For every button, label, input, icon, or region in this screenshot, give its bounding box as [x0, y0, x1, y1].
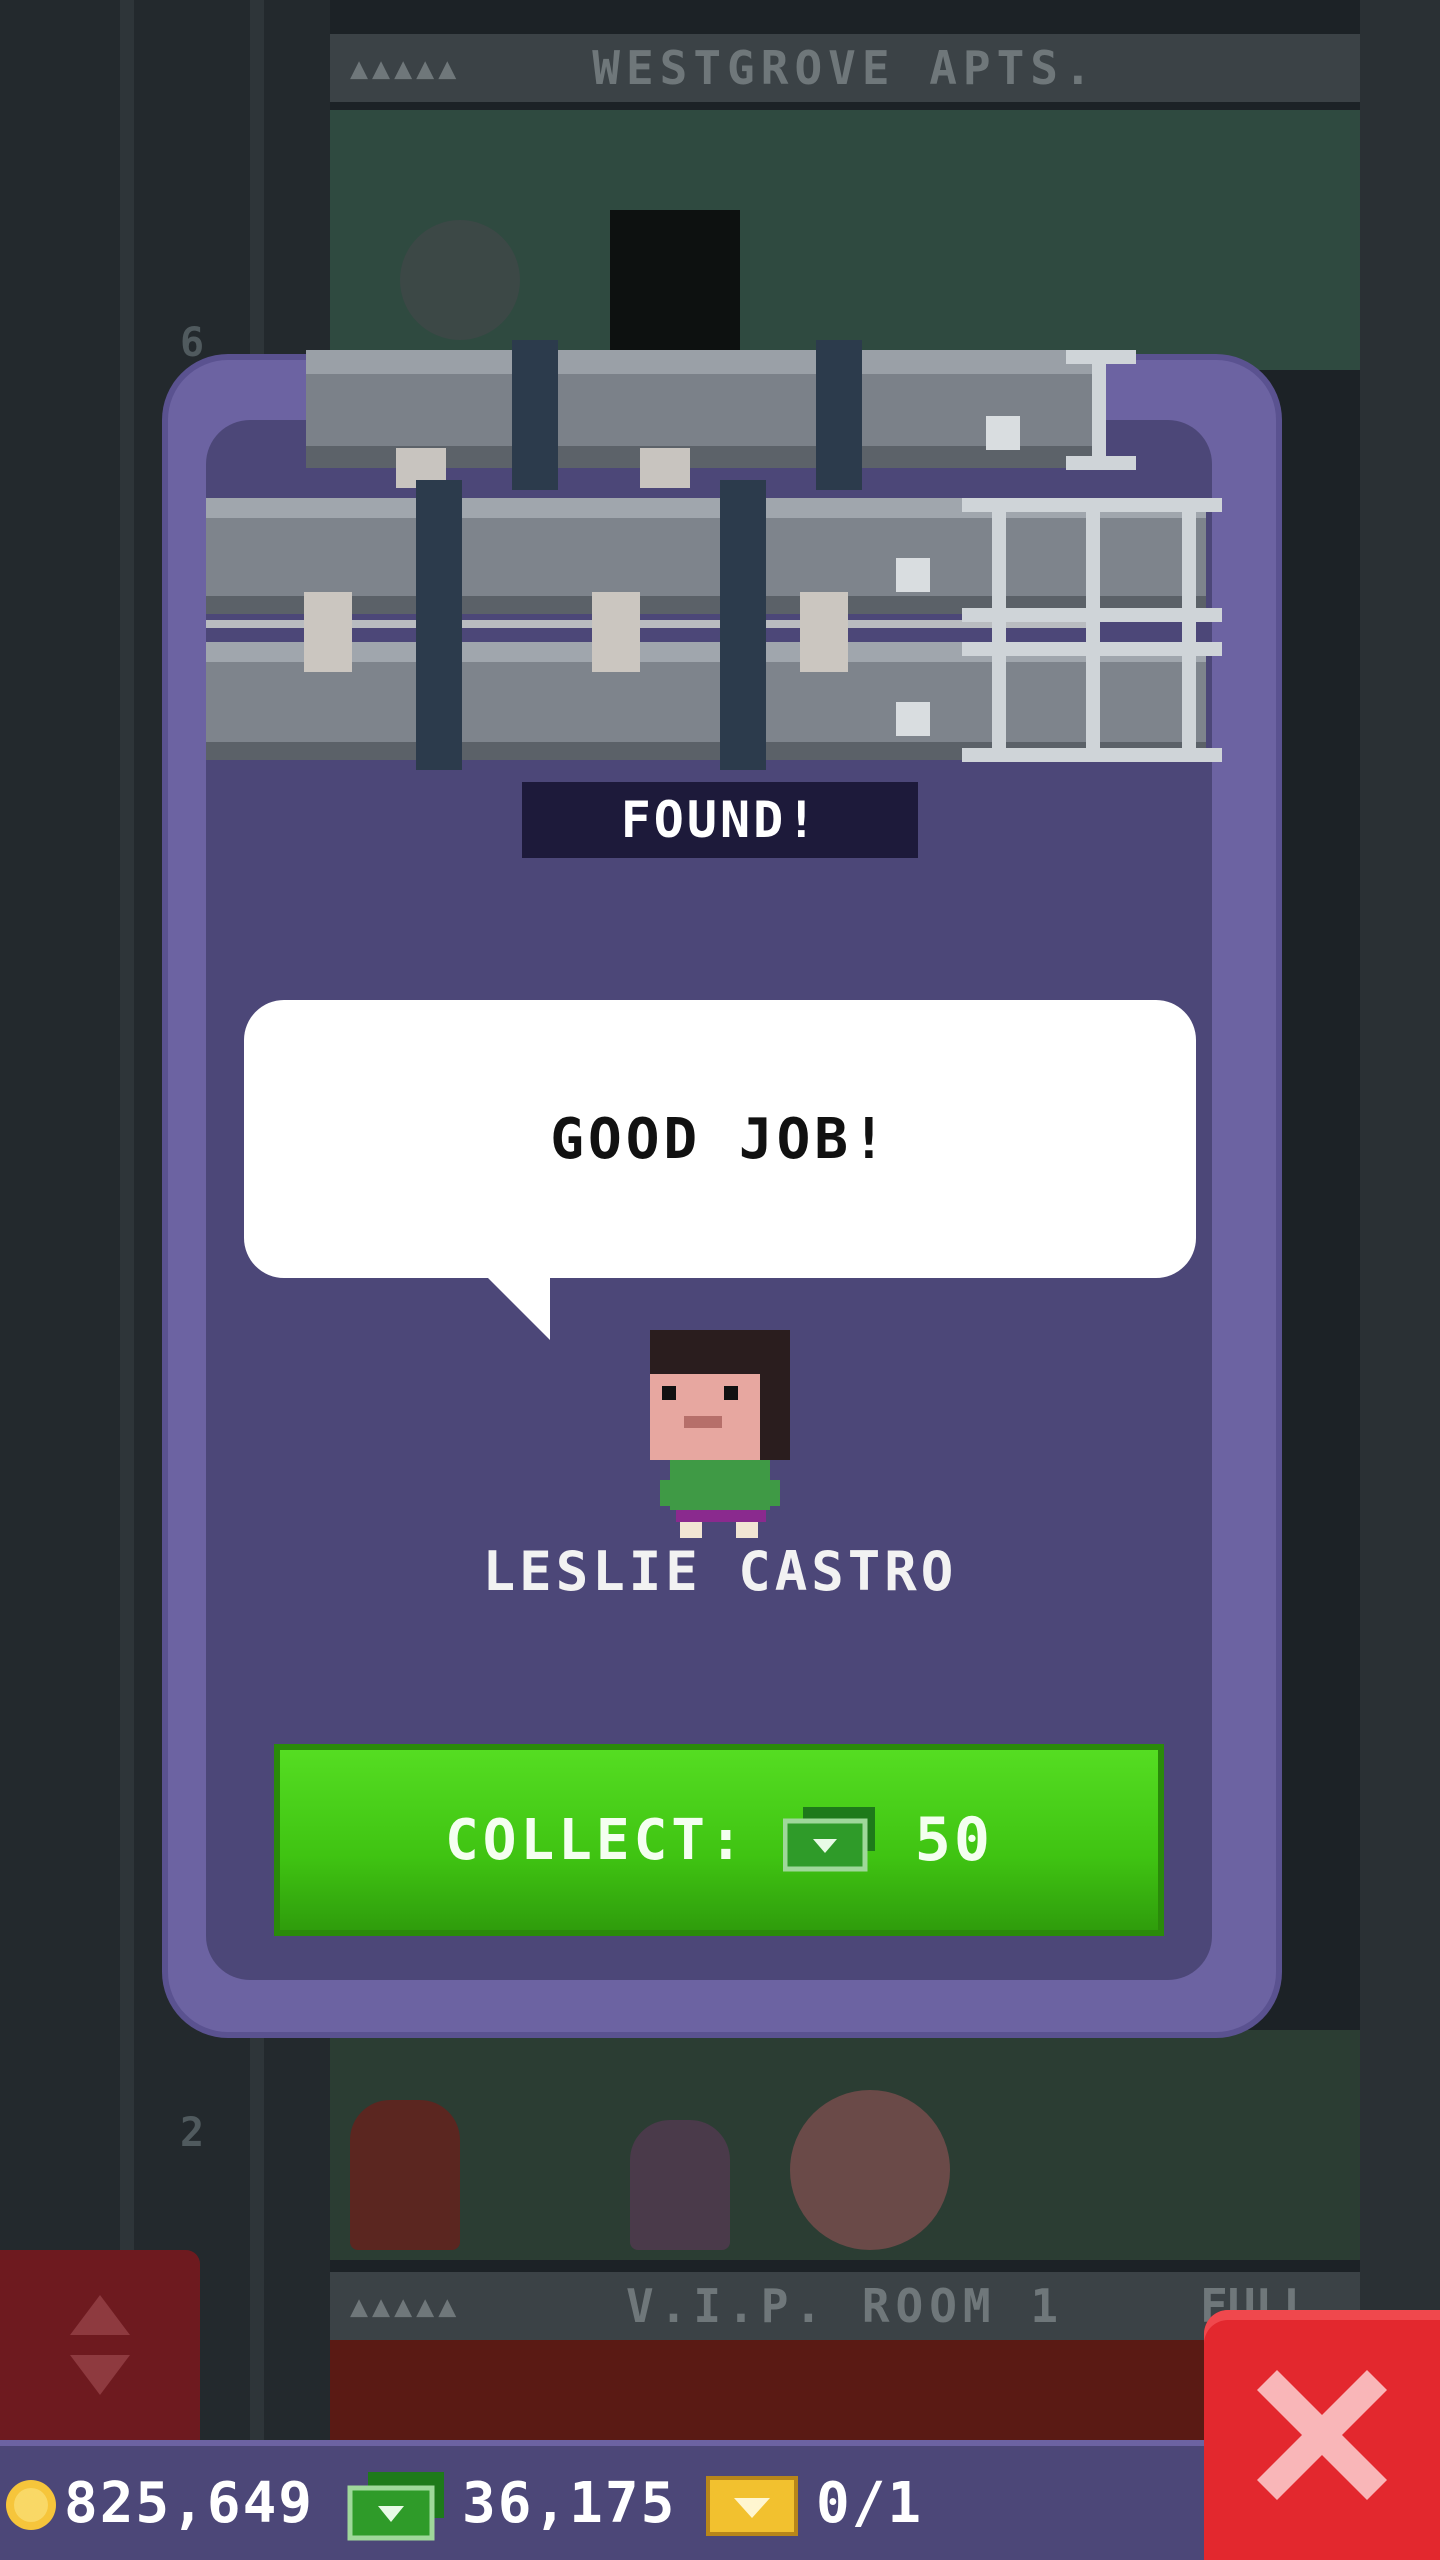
shaft-floor-number: 2: [180, 2110, 205, 2156]
room-mirror: [400, 220, 520, 340]
close-icon: [1257, 2370, 1387, 2500]
shaft-floor-number: 6: [180, 320, 205, 366]
egg-chair: [790, 2090, 950, 2250]
character-sprite: [650, 1330, 790, 1538]
collect-button[interactable]: COLLECT: 50: [274, 1744, 1164, 1936]
bux-icon: [347, 2472, 444, 2541]
bitizen-mario: [350, 2100, 460, 2250]
floor-stars-top: ▲▲▲▲▲: [350, 50, 461, 86]
bitizen-resident: [630, 2120, 730, 2250]
bux-count: 36,175: [462, 2470, 677, 2536]
found-label: FOUND!: [522, 782, 918, 858]
collect-amount: 50: [914, 1805, 993, 1875]
speech-bubble-tail: [480, 1270, 550, 1340]
floor-name: V.I.P. ROOM 1: [625, 2279, 1065, 2333]
pipes-illustration: [206, 340, 1222, 770]
bux-icon: [782, 1807, 875, 1872]
elevator-button[interactable]: [0, 2250, 200, 2440]
speech-bubble: GOOD JOB!: [244, 1000, 1196, 1278]
close-button[interactable]: [1204, 2310, 1440, 2560]
coin-icon: [6, 2480, 56, 2530]
collect-label: COLLECT:: [445, 1807, 747, 1873]
coins-count: 825,649: [64, 2470, 315, 2536]
vip-ticket-icon: [706, 2476, 798, 2536]
ticket-count: 0/1: [816, 2470, 924, 2536]
floor-stars-bottom: ▲▲▲▲▲: [350, 2288, 461, 2324]
speech-text: GOOD JOB!: [550, 1106, 890, 1172]
tower-right-wall: [1360, 0, 1440, 2440]
shaft-rail: [120, 0, 134, 2440]
elevator-arrows-icon: [70, 2295, 130, 2395]
character-name: LESLIE CASTRO: [482, 1539, 958, 1603]
